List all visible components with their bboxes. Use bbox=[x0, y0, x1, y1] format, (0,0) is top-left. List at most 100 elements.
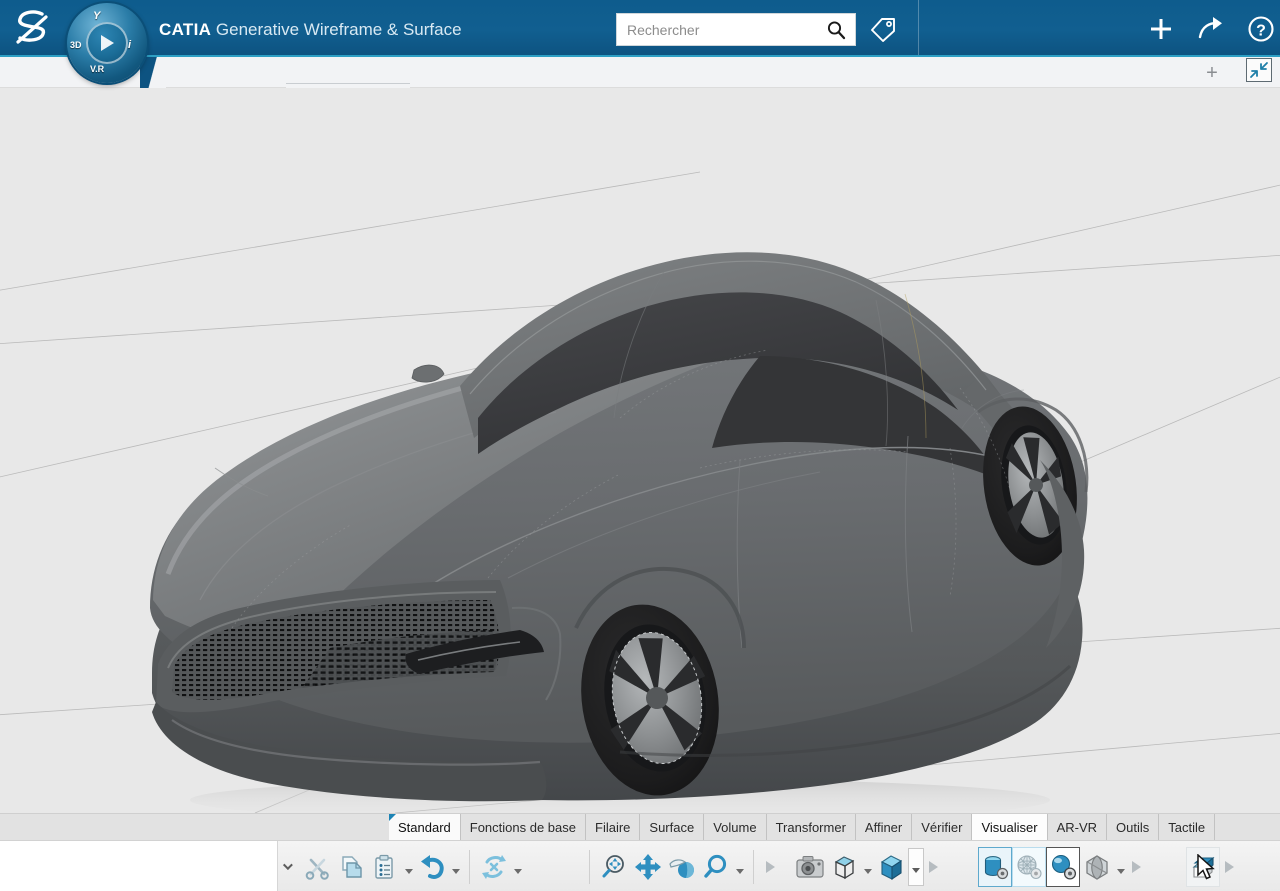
search-box[interactable] bbox=[616, 13, 856, 46]
workbench-tab-label: Transformer bbox=[776, 820, 846, 835]
copy-icon bbox=[337, 853, 365, 881]
workbench-tab-affiner[interactable]: Affiner bbox=[856, 814, 912, 841]
plus-icon[interactable] bbox=[1146, 14, 1176, 44]
mesh-sphere-gear-icon bbox=[1015, 853, 1043, 881]
navigation-group bbox=[582, 841, 779, 891]
share-arrow-icon[interactable] bbox=[1196, 14, 1226, 44]
app-title: CATIA Generative Wireframe & Surface bbox=[159, 18, 462, 42]
workbench-tab-fonctions-de-base[interactable]: Fonctions de base bbox=[461, 814, 586, 841]
magnifier-icon bbox=[702, 853, 730, 881]
update-button[interactable] bbox=[477, 847, 511, 887]
display-group bbox=[978, 841, 1145, 891]
workbench-tab-ar-vr[interactable]: AR-VR bbox=[1048, 814, 1107, 841]
wireframe-dropdown-caret[interactable] bbox=[861, 847, 874, 887]
compass-label-bottom: V.R bbox=[90, 65, 104, 74]
compass-label-right: i bbox=[128, 40, 131, 51]
undo-button[interactable] bbox=[415, 847, 449, 887]
workbench-tab-label: Affiner bbox=[865, 820, 902, 835]
cylinder-gear-icon bbox=[981, 853, 1009, 881]
zoom-dropdown-caret[interactable] bbox=[733, 847, 746, 887]
compass-label-left: 3D bbox=[70, 41, 82, 50]
paste-icon bbox=[371, 853, 399, 881]
material-button[interactable] bbox=[1080, 847, 1114, 887]
header-divider bbox=[918, 0, 919, 55]
workbench-tab-volume[interactable]: Volume bbox=[704, 814, 766, 841]
scissors-icon bbox=[303, 853, 331, 881]
workbench-tab-label: Visualiser bbox=[981, 820, 1037, 835]
workbench-tab-filaire[interactable]: Filaire bbox=[586, 814, 640, 841]
workbench-tab-label: Vérifier bbox=[921, 820, 962, 835]
rotate-hand-icon bbox=[667, 853, 697, 881]
rotate-button[interactable] bbox=[665, 847, 699, 887]
tag-icon[interactable] bbox=[868, 16, 898, 44]
workbench-tab-transformer[interactable]: Transformer bbox=[767, 814, 856, 841]
workbench-tab-visualiser[interactable]: Visualiser bbox=[972, 814, 1047, 841]
mouse-pointer bbox=[1196, 854, 1216, 887]
workbench-tab-outils[interactable]: Outils bbox=[1107, 814, 1159, 841]
search-input[interactable] bbox=[617, 14, 817, 45]
mesh-properties-button[interactable] bbox=[1012, 847, 1046, 887]
workbench-tab-label: Tactile bbox=[1168, 820, 1205, 835]
collapse-inward-icon[interactable] bbox=[1246, 58, 1272, 82]
action-toolbar bbox=[0, 840, 1280, 891]
zoom-button[interactable] bbox=[699, 847, 733, 887]
workbench-tab-label: AR-VR bbox=[1057, 820, 1097, 835]
pan-button[interactable] bbox=[631, 847, 665, 887]
compass-label-top: Y bbox=[93, 11, 100, 22]
wireframe-cube-icon bbox=[830, 853, 858, 881]
workbench-tab-label: Fonctions de base bbox=[470, 820, 576, 835]
workbench-tab-v-rifier[interactable]: Vérifier bbox=[912, 814, 972, 841]
material-dropdown-caret[interactable] bbox=[1114, 847, 1127, 887]
question-circle-icon[interactable]: ? bbox=[1246, 14, 1276, 44]
shaded-view-options-box[interactable] bbox=[908, 848, 924, 886]
catia-application-window: Y 3D i V.R CATIA Generative Wireframe & … bbox=[0, 0, 1280, 891]
compass-play-triangle-icon bbox=[101, 35, 114, 51]
sphere-properties-button[interactable] bbox=[1046, 847, 1080, 887]
wireframe-view-button[interactable] bbox=[827, 847, 861, 887]
shaded-cube-icon bbox=[877, 853, 905, 881]
view-more-arrow[interactable] bbox=[924, 847, 942, 887]
search-icon[interactable] bbox=[826, 20, 846, 40]
workbench-tab-standard[interactable]: Standard bbox=[389, 814, 461, 841]
workbench-tab-bar: Standard Fonctions de base Filaire Surface V… bbox=[0, 813, 1280, 840]
paste-dropdown-caret[interactable] bbox=[402, 847, 415, 887]
refresh-cycle-icon bbox=[480, 853, 508, 881]
undo-dropdown-caret[interactable] bbox=[449, 847, 462, 887]
ds-logo-icon[interactable] bbox=[12, 8, 56, 48]
workbench-tab-label: Outils bbox=[1116, 820, 1149, 835]
shaded-view-button[interactable] bbox=[874, 847, 908, 887]
app-title-module: Generative Wireframe & Surface bbox=[211, 20, 461, 39]
workbench-tab-tactile[interactable]: Tactile bbox=[1159, 814, 1215, 841]
new-tab-button[interactable]: + bbox=[1200, 61, 1224, 85]
chevron-down-icon[interactable] bbox=[275, 841, 297, 891]
undo-arrow-icon bbox=[417, 853, 447, 881]
update-dropdown-caret[interactable] bbox=[511, 847, 524, 887]
zoom-fit-icon bbox=[600, 853, 628, 881]
paste-button[interactable] bbox=[368, 847, 402, 887]
display-more-arrow[interactable] bbox=[1127, 847, 1145, 887]
camera-icon bbox=[795, 854, 825, 880]
hexagon-material-icon bbox=[1082, 853, 1112, 881]
workbench-tab-label: Volume bbox=[713, 820, 756, 835]
navigation-more-arrow[interactable] bbox=[761, 847, 779, 887]
workbench-tab-surface[interactable]: Surface bbox=[640, 814, 704, 841]
cut-button[interactable] bbox=[300, 847, 334, 887]
app-title-brand: CATIA bbox=[159, 20, 211, 39]
top-header-bar: Y 3D i V.R CATIA Generative Wireframe & … bbox=[0, 0, 1280, 57]
3d-viewport[interactable] bbox=[0, 88, 1280, 813]
cylinder-properties-button[interactable] bbox=[978, 847, 1012, 887]
copy-button[interactable] bbox=[334, 847, 368, 887]
capture-button[interactable] bbox=[793, 847, 827, 887]
document-tab-placeholder[interactable] bbox=[286, 83, 410, 88]
section-more-arrow[interactable] bbox=[1220, 847, 1238, 887]
clipboard-group bbox=[300, 841, 524, 891]
document-tab-strip: + bbox=[0, 57, 1280, 88]
fit-all-button[interactable] bbox=[597, 847, 631, 887]
toolbar-divider-2 bbox=[589, 850, 590, 884]
pan-arrows-icon bbox=[634, 853, 662, 881]
sphere-gear-icon bbox=[1049, 853, 1077, 881]
compass-widget[interactable]: Y 3D i V.R bbox=[62, 0, 152, 90]
toolbar-divider-3 bbox=[753, 850, 754, 884]
workbench-tab-label: Filaire bbox=[595, 820, 630, 835]
3d-scene[interactable] bbox=[0, 88, 1280, 813]
